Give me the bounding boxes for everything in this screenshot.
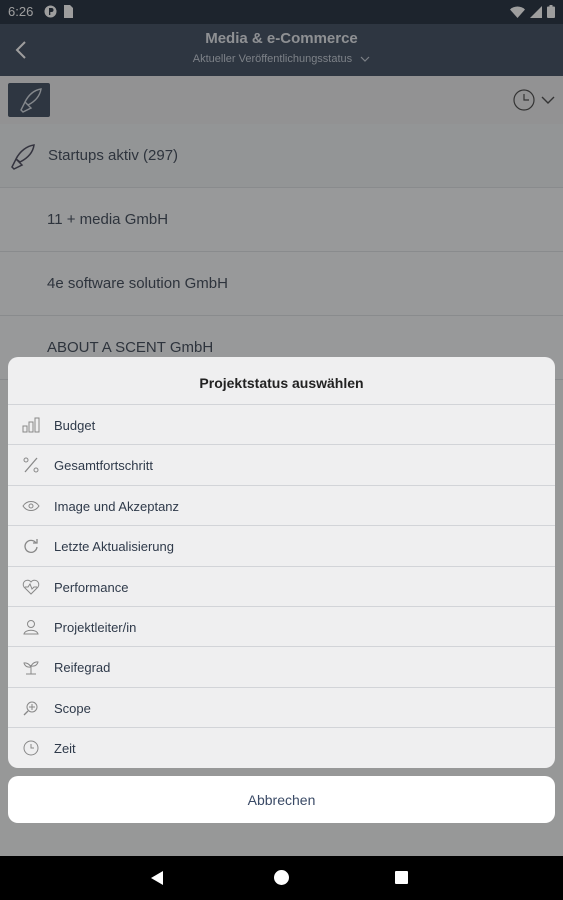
option-label: Scope	[54, 700, 91, 716]
option-image-akzeptanz[interactable]: Image und Akzeptanz	[8, 486, 555, 527]
option-performance[interactable]: Performance	[8, 567, 555, 607]
option-label: Reifegrad	[54, 660, 111, 676]
option-gesamtfortschritt[interactable]: Gesamtfortschritt	[8, 445, 555, 486]
option-reifegrad[interactable]: Reifegrad	[8, 647, 555, 688]
option-label: Letzte Aktualisierung	[54, 539, 174, 555]
percent-icon	[23, 457, 39, 473]
nav-recent-apps-icon[interactable]	[395, 871, 408, 884]
option-projektleiter[interactable]: Projektleiter/in	[8, 607, 555, 648]
option-label: Projektleiter/in	[54, 619, 137, 635]
heart-pulse-icon	[22, 579, 40, 595]
sheet-title: Projektstatus auswählen	[8, 357, 555, 405]
option-label: Gesamtfortschritt	[54, 458, 153, 474]
nav-home-icon[interactable]	[274, 870, 289, 885]
eye-icon	[22, 500, 40, 511]
option-letzte-aktualisierung[interactable]: Letzte Aktualisierung	[8, 526, 555, 567]
option-scope[interactable]: Scope	[8, 688, 555, 729]
scope-icon	[23, 701, 38, 716]
option-label: Image und Akzeptanz	[54, 498, 180, 514]
option-label: Budget	[54, 418, 96, 433]
nav-back-icon[interactable]	[150, 870, 164, 886]
option-label: Zeit	[54, 741, 76, 757]
clock-icon	[23, 740, 39, 756]
system-nav-bar	[0, 856, 563, 900]
plant-icon	[23, 661, 39, 675]
budget-icon	[22, 417, 40, 433]
refresh-icon	[24, 539, 38, 554]
cancel-button[interactable]: Abbrechen	[8, 776, 555, 823]
option-label: Performance	[54, 579, 129, 595]
option-budget[interactable]: Budget	[8, 405, 555, 446]
option-zeit[interactable]: Zeit	[8, 728, 555, 768]
project-status-sheet: Projektstatus auswählen Budget Gesamtfor…	[8, 357, 555, 768]
person-icon	[23, 619, 39, 635]
